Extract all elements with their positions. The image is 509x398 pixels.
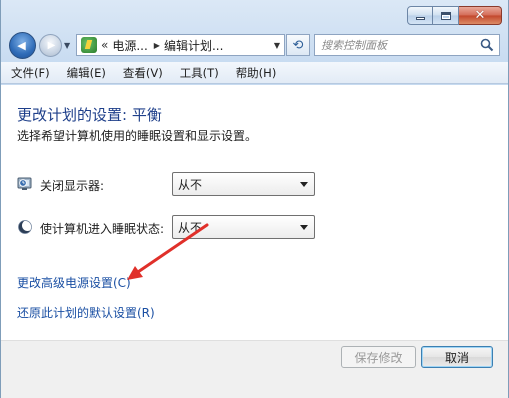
sleep-moon-icon [18, 220, 33, 234]
breadcrumb-power[interactable]: 电源... [112, 37, 147, 54]
back-arrow-icon: ◀ [17, 39, 26, 52]
caption-buttons: ✕ [407, 6, 502, 25]
recent-pages-dropdown-icon[interactable]: ▼ [64, 41, 70, 50]
content-pane: 更改计划的设置: 平衡 选择希望计算机使用的睡眠设置和显示设置。 关闭显示器: … [1, 85, 508, 340]
setting-row-sleep: 使计算机进入睡眠状态: 从不 [17, 215, 317, 239]
breadcrumb-edit-plan[interactable]: 编辑计划... [164, 37, 223, 54]
restore-defaults-link[interactable]: 还原此计划的默认设置(R) [17, 304, 155, 321]
setting-row-display: 关闭显示器: 从不 [17, 172, 317, 196]
chevron-down-icon [300, 182, 308, 187]
search-input[interactable] [321, 36, 481, 54]
forward-arrow-icon: ▶ [47, 40, 56, 51]
minimize-icon [415, 17, 425, 20]
sleep-dropdown[interactable]: 从不 [172, 215, 315, 239]
display-off-label: 关闭显示器: [40, 179, 105, 193]
advanced-power-settings-link[interactable]: 更改高级电源设置(C) [17, 274, 131, 291]
breadcrumb-overflow[interactable]: « [101, 38, 108, 52]
menu-bar: 文件(F) 编辑(E) 查看(V) 工具(T) 帮助(H) [1, 62, 508, 84]
sleep-label: 使计算机进入睡眠状态: [40, 222, 165, 236]
menu-file[interactable]: 文件(F) [11, 65, 50, 81]
breadcrumb-separator-icon[interactable]: ▶ [154, 41, 160, 50]
refresh-button[interactable]: ⟲ [286, 34, 310, 56]
address-bar[interactable]: « 电源... ▶ 编辑计划... ▼ [76, 34, 285, 56]
sleep-value: 从不 [178, 220, 203, 235]
address-dropdown-icon[interactable]: ▼ [274, 41, 280, 50]
close-button[interactable]: ✕ [459, 6, 502, 25]
menu-tools[interactable]: 工具(T) [180, 65, 219, 81]
search-box [314, 34, 500, 56]
page-title: 更改计划的设置: 平衡 [17, 106, 162, 124]
menu-view[interactable]: 查看(V) [123, 65, 163, 81]
menu-help[interactable]: 帮助(H) [236, 65, 277, 81]
control-panel-window: ✕ ◀ ▶ ▼ « 电源... ▶ 编辑计划... ▼ ⟲ 搜索控制面板 文件(… [0, 0, 509, 398]
save-changes-button[interactable]: 保存修改 [341, 346, 416, 368]
back-button[interactable]: ◀ [9, 32, 36, 59]
forward-button[interactable]: ▶ [39, 34, 62, 57]
maximize-button[interactable] [433, 6, 459, 25]
monitor-icon [17, 177, 32, 190]
maximize-icon [440, 11, 451, 20]
chevron-down-icon [300, 225, 308, 230]
refresh-icon: ⟲ [292, 37, 304, 53]
navigation-bar: ◀ ▶ ▼ « 电源... ▶ 编辑计划... ▼ ⟲ [1, 30, 508, 60]
search-icon[interactable] [480, 38, 494, 52]
minimize-button[interactable] [407, 6, 433, 25]
close-icon: ✕ [474, 8, 486, 23]
button-bar: 保存修改 取消 [1, 340, 508, 398]
display-off-value: 从不 [178, 177, 203, 192]
power-options-icon [81, 37, 97, 53]
display-off-dropdown[interactable]: 从不 [172, 172, 315, 196]
page-subtitle: 选择希望计算机使用的睡眠设置和显示设置。 [17, 129, 258, 143]
menu-edit[interactable]: 编辑(E) [67, 65, 106, 81]
cancel-button[interactable]: 取消 [421, 346, 493, 368]
